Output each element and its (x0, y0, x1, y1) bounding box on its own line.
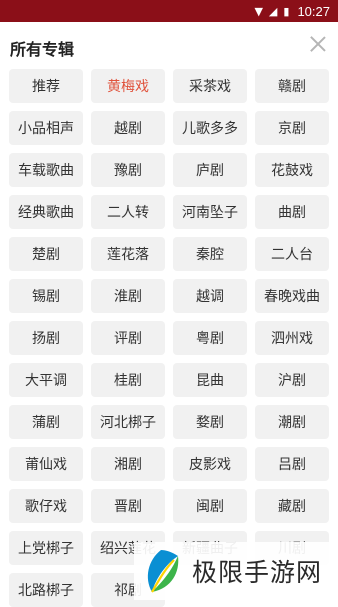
status-time: 10:27 (297, 3, 330, 19)
album-chip[interactable]: 春晚戏曲 (255, 279, 329, 313)
album-chip[interactable]: 大平调 (9, 363, 83, 397)
album-chip[interactable]: 莆仙戏 (9, 447, 83, 481)
album-chip[interactable]: 闽剧 (173, 489, 247, 523)
album-chip[interactable]: 锡剧 (9, 279, 83, 313)
album-chip[interactable]: 歌仔戏 (9, 489, 83, 523)
album-chip[interactable]: 蒲剧 (9, 405, 83, 439)
close-icon[interactable] (308, 34, 328, 54)
album-chip[interactable]: 秦腔 (173, 237, 247, 271)
album-chip[interactable]: 扬剧 (9, 321, 83, 355)
album-chip[interactable]: 花鼓戏 (255, 153, 329, 187)
album-chip[interactable]: 沪剧 (255, 363, 329, 397)
album-chip[interactable]: 曲剧 (255, 195, 329, 229)
album-chip[interactable]: 婺剧 (173, 405, 247, 439)
album-chip[interactable]: 小品相声 (9, 111, 83, 145)
album-chip[interactable]: 河南坠子 (173, 195, 247, 229)
album-chip[interactable]: 推荐 (9, 69, 83, 103)
album-chip[interactable]: 黄梅戏 (91, 69, 165, 103)
album-chip[interactable]: 越调 (173, 279, 247, 313)
album-chip[interactable]: 泗州戏 (255, 321, 329, 355)
album-chip[interactable]: 皮影戏 (173, 447, 247, 481)
album-chip[interactable]: 北路梆子 (9, 573, 83, 607)
album-chip[interactable]: 经典歌曲 (9, 195, 83, 229)
album-chip[interactable]: 庐剧 (173, 153, 247, 187)
signal-icon: ◢ (268, 4, 278, 18)
album-chip[interactable]: 越剧 (91, 111, 165, 145)
album-chip[interactable]: 采茶戏 (173, 69, 247, 103)
album-chip[interactable]: 二人台 (255, 237, 329, 271)
album-chip[interactable]: 湘剧 (91, 447, 165, 481)
album-chip[interactable]: 赣剧 (255, 69, 329, 103)
album-chip[interactable]: 上党梆子 (9, 531, 83, 565)
album-chip[interactable]: 潮剧 (255, 405, 329, 439)
album-chip[interactable]: 河北梆子 (91, 405, 165, 439)
battery-icon: ▮ (283, 4, 290, 18)
album-chip[interactable]: 儿歌多多 (173, 111, 247, 145)
leaf-logo-icon (147, 550, 179, 593)
album-chip[interactable]: 吕剧 (255, 447, 329, 481)
album-chip[interactable]: 莲花落 (91, 237, 165, 271)
album-chip[interactable]: 晋剧 (91, 489, 165, 523)
album-chip[interactable]: 豫剧 (91, 153, 165, 187)
album-chip[interactable]: 二人转 (91, 195, 165, 229)
album-chip[interactable]: 昆曲 (173, 363, 247, 397)
album-chip[interactable]: 粤剧 (173, 321, 247, 355)
watermark-text: 极限手游网 (192, 558, 323, 587)
album-chip[interactable]: 评剧 (91, 321, 165, 355)
album-chip[interactable]: 淮剧 (91, 279, 165, 313)
album-chip[interactable]: 桂剧 (91, 363, 165, 397)
album-chip[interactable]: 楚剧 (9, 237, 83, 271)
watermark: 极限手游网 (134, 542, 338, 600)
page-title: 所有专辑 (10, 40, 75, 59)
album-chip[interactable]: 京剧 (255, 111, 329, 145)
album-grid: 推荐 黄梅戏 采茶戏 赣剧小品相声 越剧 儿歌多多 京剧车载歌曲 豫剧 庐剧 花鼓戏经典歌曲 二人转… (9, 69, 331, 607)
status-bar: ▼ ◢ ▮ 10:27 (0, 0, 338, 22)
album-chip[interactable]: 车载歌曲 (9, 153, 83, 187)
header: 所有专辑 (0, 22, 338, 72)
wifi-icon: ▼ (254, 4, 263, 18)
album-chip[interactable]: 藏剧 (255, 489, 329, 523)
